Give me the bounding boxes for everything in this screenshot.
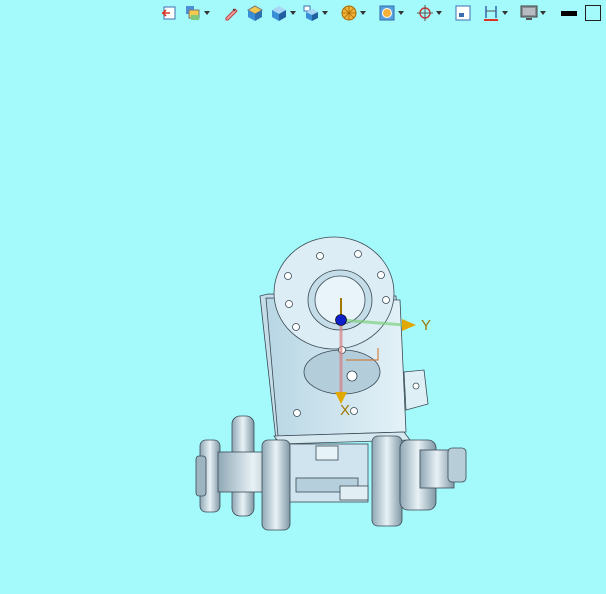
view-orient-icon	[302, 4, 320, 22]
exit-sketch-icon	[160, 4, 178, 22]
display-monitor-button[interactable]	[520, 2, 546, 24]
section-view-button[interactable]	[378, 2, 404, 24]
layers-icon	[184, 4, 202, 22]
bg-color-button[interactable]	[584, 2, 602, 24]
chevron-down-icon	[540, 11, 546, 15]
cad-model[interactable]	[0, 28, 606, 589]
measure-icon	[482, 4, 500, 22]
section-view-icon	[378, 4, 396, 22]
view-toolbar	[160, 2, 606, 24]
edit-pen-icon	[222, 4, 240, 22]
chevron-down-icon	[204, 11, 210, 15]
x-axis-label: X	[340, 402, 351, 419]
measure-button[interactable]	[482, 2, 508, 24]
line-color-button[interactable]	[560, 2, 578, 24]
chevron-down-icon	[502, 11, 508, 15]
layers-button[interactable]	[184, 2, 210, 24]
view-iso-button[interactable]	[270, 2, 296, 24]
view-top-button[interactable]	[246, 2, 264, 24]
snap-target-button[interactable]	[416, 2, 442, 24]
bg-color-icon	[584, 4, 602, 22]
view-iso-icon	[270, 4, 288, 22]
view-orient-button[interactable]	[302, 2, 328, 24]
chevron-down-icon	[398, 11, 404, 15]
fit-window-icon	[454, 4, 472, 22]
view-top-icon	[246, 4, 264, 22]
chevron-down-icon	[290, 11, 296, 15]
chevron-down-icon	[436, 11, 442, 15]
display-monitor-icon	[520, 4, 538, 22]
render-style-icon	[340, 4, 358, 22]
render-style-button[interactable]	[340, 2, 366, 24]
chevron-down-icon	[322, 11, 328, 15]
snap-target-icon	[416, 4, 434, 22]
y-axis-label: Y	[421, 317, 432, 334]
3d-viewport[interactable]: Y X	[0, 28, 606, 589]
exit-sketch-button[interactable]	[160, 2, 178, 24]
fit-window-button[interactable]	[454, 2, 472, 24]
chevron-down-icon	[360, 11, 366, 15]
line-color-icon	[560, 4, 578, 22]
edit-pen-button[interactable]	[222, 2, 240, 24]
